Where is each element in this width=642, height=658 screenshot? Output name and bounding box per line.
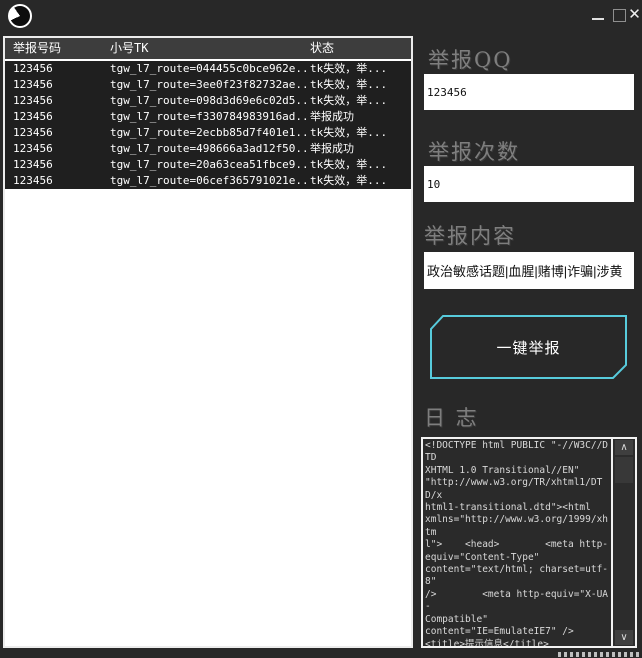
report-list-header: 举报号码 小号TK 状态 (5, 38, 411, 59)
report-content-label: 举报内容 (424, 220, 516, 250)
scroll-down-button[interactable]: ∨ (615, 630, 633, 645)
cell-status: tk失效，举... (310, 61, 411, 77)
report-qq-label: 举报QQ (428, 44, 512, 74)
cell-account-tk: tgw_l7_route=2ecbb85d7f401e1... (110, 125, 310, 141)
cell-account-tk: tgw_l7_route=3ee0f23f82732ae... (110, 77, 310, 93)
window-edge-artifact (558, 652, 640, 657)
minimize-icon (592, 18, 604, 20)
cell-status: tk失效，举... (310, 173, 411, 189)
cell-report-number: 123456 (5, 109, 110, 125)
header-report-number[interactable]: 举报号码 (5, 38, 110, 59)
cell-status: 举报成功 (310, 141, 411, 157)
chevron-up-icon: ∧ (620, 442, 627, 453)
cell-account-tk: tgw_l7_route=20a63cea51fbce9... (110, 157, 310, 173)
cell-status: tk失效，举... (310, 77, 411, 93)
cell-account-tk: tgw_l7_route=098d3d69e6c02d5... (110, 93, 310, 109)
log-scrollbar[interactable]: ∧ ∨ (611, 439, 635, 646)
report-button-label: 一键举报 (429, 315, 628, 379)
table-row[interactable]: 123456 tgw_l7_route=498666a3ad12f50... 举… (5, 141, 411, 157)
cell-report-number: 123456 (5, 157, 110, 173)
cell-report-number: 123456 (5, 77, 110, 93)
table-row[interactable]: 123456 tgw_l7_route=098d3d69e6c02d5... t… (5, 93, 411, 109)
table-row[interactable]: 123456 tgw_l7_route=06cef365791021e... t… (5, 173, 411, 189)
table-row[interactable]: 123456 tgw_l7_route=20a63cea51fbce9... t… (5, 157, 411, 173)
cell-account-tk: tgw_l7_route=f330784983916ad... (110, 109, 310, 125)
scrollbar-thumb[interactable] (615, 457, 633, 483)
report-count-input[interactable] (424, 166, 634, 202)
cell-report-number: 123456 (5, 173, 110, 189)
chevron-down-icon: ∨ (620, 632, 627, 643)
report-content-input[interactable] (424, 252, 634, 289)
report-list[interactable]: 举报号码 小号TK 状态 123456 tgw_l7_route=044455c… (3, 36, 413, 648)
cell-status: tk失效，举... (310, 93, 411, 109)
log-content: <!DOCTYPE html PUBLIC "-//W3C//DTD XHTML… (425, 440, 611, 648)
one-click-report-button[interactable]: 一键举报 (429, 315, 628, 379)
app-icon (8, 4, 32, 28)
report-count-label: 举报次数 (428, 136, 520, 166)
header-account-tk[interactable]: 小号TK (110, 38, 310, 59)
close-button[interactable]: ✕ (627, 0, 642, 30)
report-list-rows: 123456 tgw_l7_route=044455c0bce962e... t… (5, 61, 411, 189)
cell-report-number: 123456 (5, 141, 110, 157)
table-row[interactable]: 123456 tgw_l7_route=044455c0bce962e... t… (5, 61, 411, 77)
table-row[interactable]: 123456 tgw_l7_route=3ee0f23f82732ae... t… (5, 77, 411, 93)
scroll-up-button[interactable]: ∧ (615, 440, 633, 455)
cell-report-number: 123456 (5, 125, 110, 141)
minimize-button[interactable] (588, 0, 608, 30)
cell-status: tk失效，举... (310, 125, 411, 141)
cell-account-tk: tgw_l7_route=498666a3ad12f50... (110, 141, 310, 157)
maximize-icon (613, 9, 626, 22)
close-icon: ✕ (628, 0, 641, 30)
table-row[interactable]: 123456 tgw_l7_route=f330784983916ad... 举… (5, 109, 411, 125)
maximize-button[interactable] (609, 0, 629, 30)
log-textarea[interactable]: <!DOCTYPE html PUBLIC "-//W3C//DTD XHTML… (421, 437, 637, 648)
cell-account-tk: tgw_l7_route=044455c0bce962e... (110, 61, 310, 77)
cell-status: tk失效，举... (310, 157, 411, 173)
log-label: 日 志 (424, 402, 479, 432)
title-bar: ✕ (0, 0, 642, 32)
cell-account-tk: tgw_l7_route=06cef365791021e... (110, 173, 310, 189)
header-status[interactable]: 状态 (310, 38, 411, 59)
report-qq-input[interactable] (424, 74, 634, 110)
cell-report-number: 123456 (5, 61, 110, 77)
cell-report-number: 123456 (5, 93, 110, 109)
table-row[interactable]: 123456 tgw_l7_route=2ecbb85d7f401e1... t… (5, 125, 411, 141)
cell-status: 举报成功 (310, 109, 411, 125)
